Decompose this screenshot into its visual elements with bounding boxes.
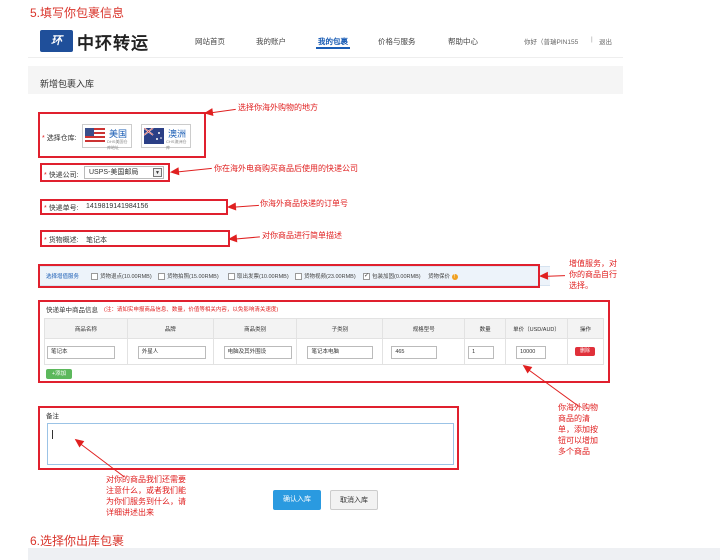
nav-pricing[interactable]: 价格与服务 [378, 36, 416, 47]
annotation-box-services [38, 264, 540, 288]
nav-packages[interactable]: 我的包裹 [318, 36, 348, 47]
annotation-box-warehouse [38, 112, 206, 158]
brand-name[interactable]: 中环转运 [77, 29, 149, 54]
confirm-button[interactable]: 确认入库 [273, 490, 321, 510]
step6-preview-strip [28, 548, 720, 560]
header-divider: | [591, 36, 593, 43]
annotation-box-courier [40, 163, 170, 182]
brand-logo[interactable]: 环CHS [40, 30, 73, 69]
form-title: 新增包裹入库 [40, 79, 95, 89]
user-greeting: 你好（普瑞PIN155 [524, 39, 579, 46]
annotation-box-tracking [40, 199, 228, 215]
annotation-remarks: 对你的商品我们还需要 注意什么，或者我们能 为你们服务到什么，请 详细讲述出来 [106, 475, 186, 517]
annotation-items: 你海外购物 商品的清 单，添加按 钮可以增加 多个商品 [558, 403, 598, 456]
annotation-services: 增值服务，对 你的商品自行 选择。 [569, 259, 617, 290]
nav-home[interactable]: 网站首页 [195, 36, 225, 47]
step5-title: 5.填写你包裹信息 [30, 6, 125, 20]
nav-help[interactable]: 帮助中心 [448, 36, 478, 47]
logout-link[interactable]: 退出 [599, 36, 612, 46]
annotation-goods: 对你商品进行简单描述 [262, 231, 342, 240]
cancel-button[interactable]: 取消入库 [330, 490, 378, 510]
annotation-courier: 你在海外电商购买商品后使用的快递公司 [214, 164, 358, 173]
nav-active-indicator [316, 47, 350, 49]
nav-account[interactable]: 我的账户 [256, 36, 286, 47]
step6-title: 6.选择你出库包裹 [30, 534, 125, 548]
annotation-tracking: 你海外商品快递的订单号 [260, 199, 348, 208]
annotation-warehouse: 选择你海外购物的地方 [238, 103, 318, 112]
annotation-box-goods [40, 230, 230, 247]
